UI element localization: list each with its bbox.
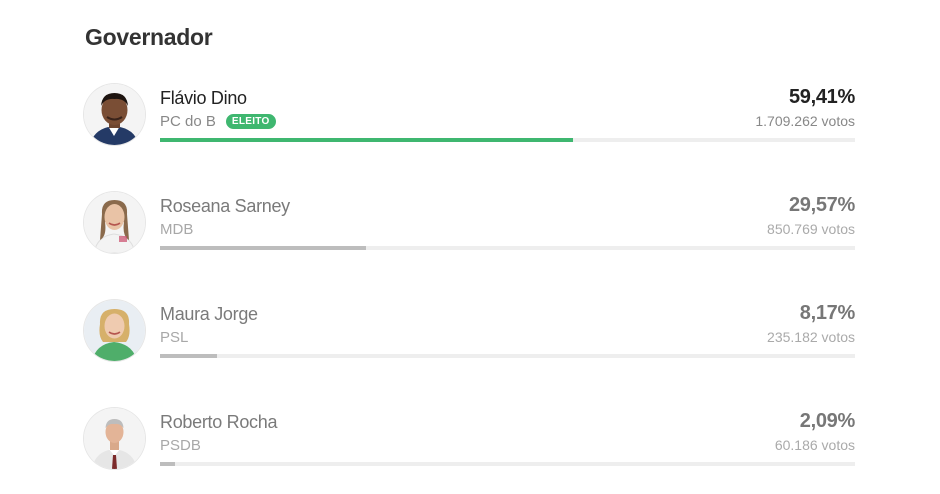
candidate-party: MDB: [160, 221, 194, 238]
vote-share-bar: [160, 462, 175, 466]
vote-share-track: [160, 138, 855, 142]
candidate-votes: 850.769 votos: [767, 221, 855, 237]
vote-share-track: [160, 354, 855, 358]
vote-share-bar: [160, 354, 217, 358]
vote-share-track: [160, 462, 855, 466]
candidate-party: PSDB: [160, 437, 201, 454]
candidate-row[interactable]: Maura Jorge PSL 8,17% 235.182 votos: [84, 300, 855, 370]
candidate-photo: [84, 84, 145, 145]
candidate-photo: [84, 192, 145, 253]
vote-share-track: [160, 246, 855, 250]
candidate-party: PSL: [160, 329, 189, 346]
candidate-row[interactable]: Flávio Dino PC do B ELEITO 59,41% 1.709.2…: [84, 84, 855, 154]
candidate-row[interactable]: Roberto Rocha PSDB 2,09% 60.186 votos: [84, 408, 855, 478]
candidate-party: PC do B ELEITO: [160, 113, 276, 130]
candidate-votes: 60.186 votos: [774, 437, 855, 453]
candidate-percent: 59,41%: [788, 86, 855, 108]
candidate-name: Flávio Dino: [160, 88, 247, 108]
candidate-name: Maura Jorge: [160, 304, 258, 324]
elected-badge: ELEITO: [225, 114, 276, 129]
vote-share-bar: [160, 138, 573, 142]
candidate-votes: 1.709.262 votos: [755, 113, 855, 129]
candidate-percent: 2,09%: [799, 410, 856, 432]
vote-share-bar: [160, 246, 366, 250]
candidate-percent: 8,17%: [799, 302, 856, 324]
candidate-percent: 29,57%: [788, 194, 855, 216]
section-title: Governador: [85, 24, 213, 50]
candidate-photo: [84, 408, 145, 469]
candidate-row[interactable]: Roseana Sarney MDB 29,57% 850.769 votos: [84, 192, 855, 262]
candidate-votes: 235.182 votos: [767, 329, 855, 345]
candidate-photo: [84, 300, 145, 361]
candidate-name: Roberto Rocha: [160, 412, 278, 432]
candidate-name: Roseana Sarney: [160, 196, 290, 216]
